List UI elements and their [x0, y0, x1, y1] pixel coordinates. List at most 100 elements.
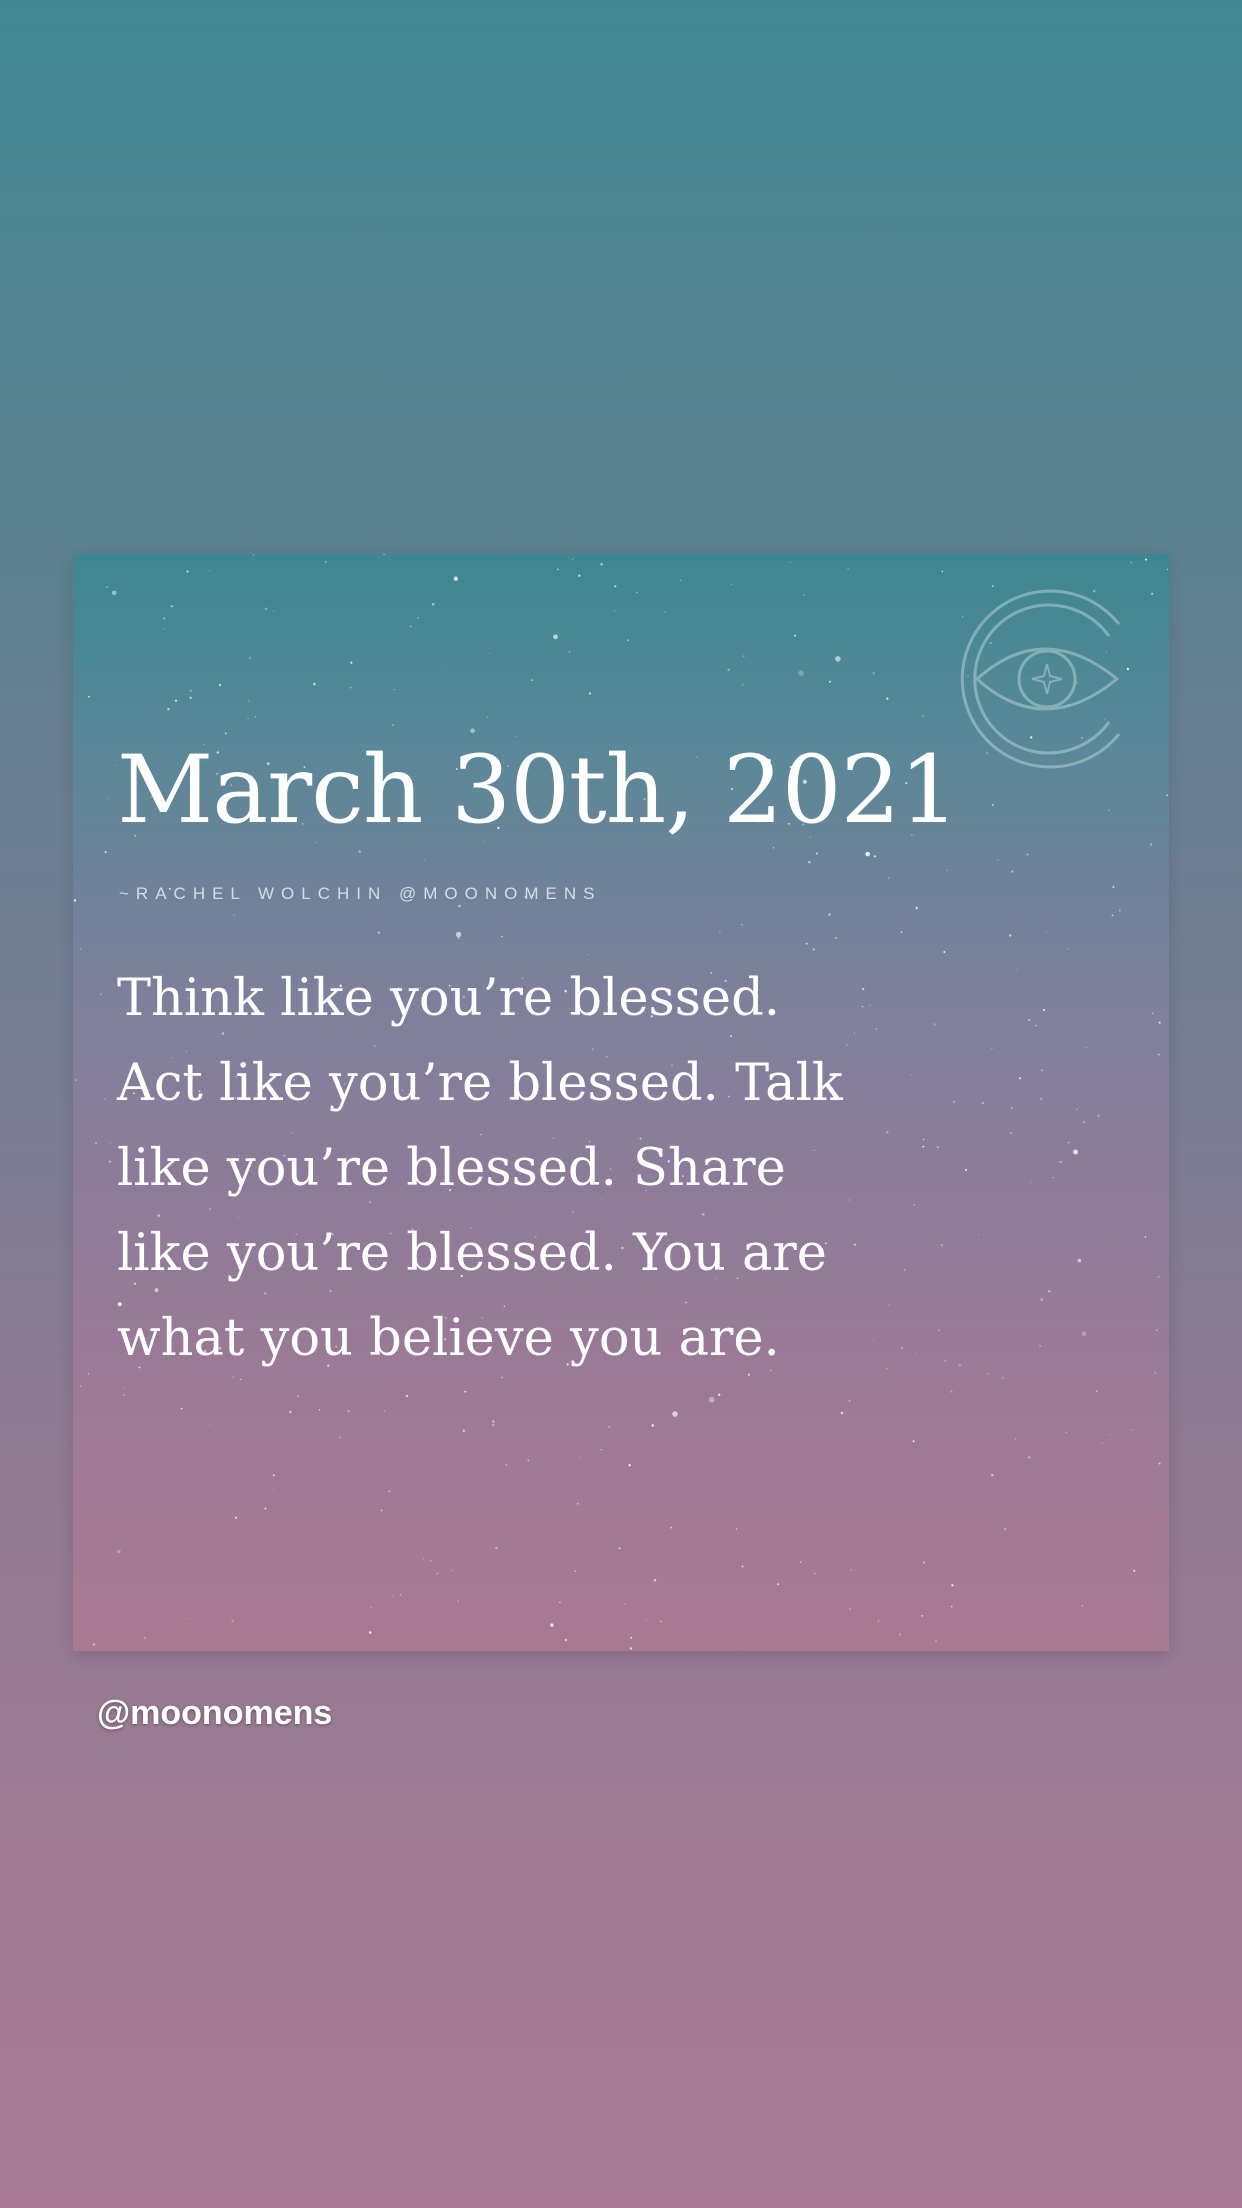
star: [933, 1023, 936, 1026]
star: [910, 1074, 912, 1076]
quote-line: like you’re blessed. You are: [117, 1224, 827, 1283]
star: [252, 554, 254, 556]
star: [800, 1561, 802, 1563]
star: [424, 859, 426, 861]
star: [233, 914, 235, 916]
star: [313, 682, 316, 686]
star: [834, 936, 838, 940]
star: [898, 1633, 902, 1636]
star: [600, 563, 603, 566]
star: [100, 993, 102, 995]
star: [1065, 1431, 1068, 1434]
star: [574, 1570, 577, 1573]
star: [431, 603, 435, 606]
star: [1166, 568, 1169, 571]
star: [186, 570, 189, 573]
star: [111, 590, 117, 596]
star: [451, 1570, 453, 1572]
star: [571, 558, 574, 560]
moon-eye-icon: [960, 589, 1121, 769]
star: [1097, 1114, 1100, 1117]
star: [935, 1640, 937, 1643]
star: [436, 1572, 439, 1575]
star: [835, 656, 841, 662]
star: [393, 689, 395, 691]
star: [940, 1244, 944, 1247]
star: [87, 1373, 89, 1375]
star: [886, 1131, 889, 1134]
star: [318, 1409, 321, 1411]
star: [264, 607, 268, 611]
star: [92, 1643, 95, 1646]
star: [79, 947, 82, 950]
star: [339, 1436, 342, 1439]
star: [944, 1360, 947, 1362]
star: [627, 639, 629, 642]
star: [1042, 1008, 1046, 1012]
star: [489, 652, 491, 654]
star: [660, 1620, 662, 1623]
star: [727, 668, 730, 671]
star: [1073, 1149, 1079, 1155]
star: [73, 899, 77, 902]
star: [828, 913, 831, 916]
star: [1045, 931, 1048, 933]
star: [921, 1615, 924, 1617]
star: [873, 855, 876, 858]
star: [965, 1168, 968, 1171]
star: [79, 1385, 82, 1387]
story-mention-username[interactable]: @moonomens: [97, 1694, 332, 1733]
star: [1010, 1132, 1012, 1134]
star: [946, 869, 948, 871]
star: [624, 1603, 626, 1605]
star: [501, 935, 503, 938]
star: [1040, 1097, 1042, 1100]
star: [325, 561, 327, 563]
star: [1028, 1456, 1031, 1459]
star: [576, 1502, 579, 1505]
star: [492, 1420, 495, 1423]
star: [950, 1390, 953, 1393]
star: [495, 1546, 498, 1550]
star: [1014, 1438, 1016, 1440]
star: [802, 594, 805, 596]
star: [383, 554, 386, 556]
star: [741, 683, 744, 686]
star: [189, 696, 192, 699]
star: [377, 931, 380, 934]
star: [272, 610, 274, 612]
star: [651, 1424, 655, 1427]
star: [739, 1647, 741, 1649]
star: [231, 1619, 234, 1623]
star: [272, 1474, 275, 1477]
star: [1077, 1258, 1082, 1263]
star: [1004, 1528, 1007, 1531]
star: [564, 1638, 567, 1642]
star: [209, 1423, 211, 1425]
star: [1112, 886, 1115, 888]
star: [922, 1138, 925, 1141]
star: [922, 715, 925, 718]
star: [915, 906, 918, 910]
star: [991, 1047, 993, 1050]
star: [901, 1347, 904, 1350]
star: [486, 716, 489, 718]
star: [951, 1584, 954, 1587]
star: [1158, 1021, 1161, 1024]
star: [865, 851, 870, 857]
star: [392, 1595, 394, 1597]
star: [167, 708, 170, 711]
star: [886, 697, 889, 700]
star: [1095, 1390, 1098, 1393]
star: [742, 655, 745, 658]
star: [417, 617, 419, 619]
star: [559, 1601, 561, 1604]
star: [429, 1559, 432, 1562]
star: [941, 570, 944, 573]
star: [888, 1304, 890, 1306]
quote-line: Act like you’re blessed. Talk: [117, 1054, 843, 1113]
star: [1119, 909, 1121, 912]
star: [730, 584, 733, 586]
star: [608, 1426, 611, 1428]
star: [629, 1647, 633, 1650]
